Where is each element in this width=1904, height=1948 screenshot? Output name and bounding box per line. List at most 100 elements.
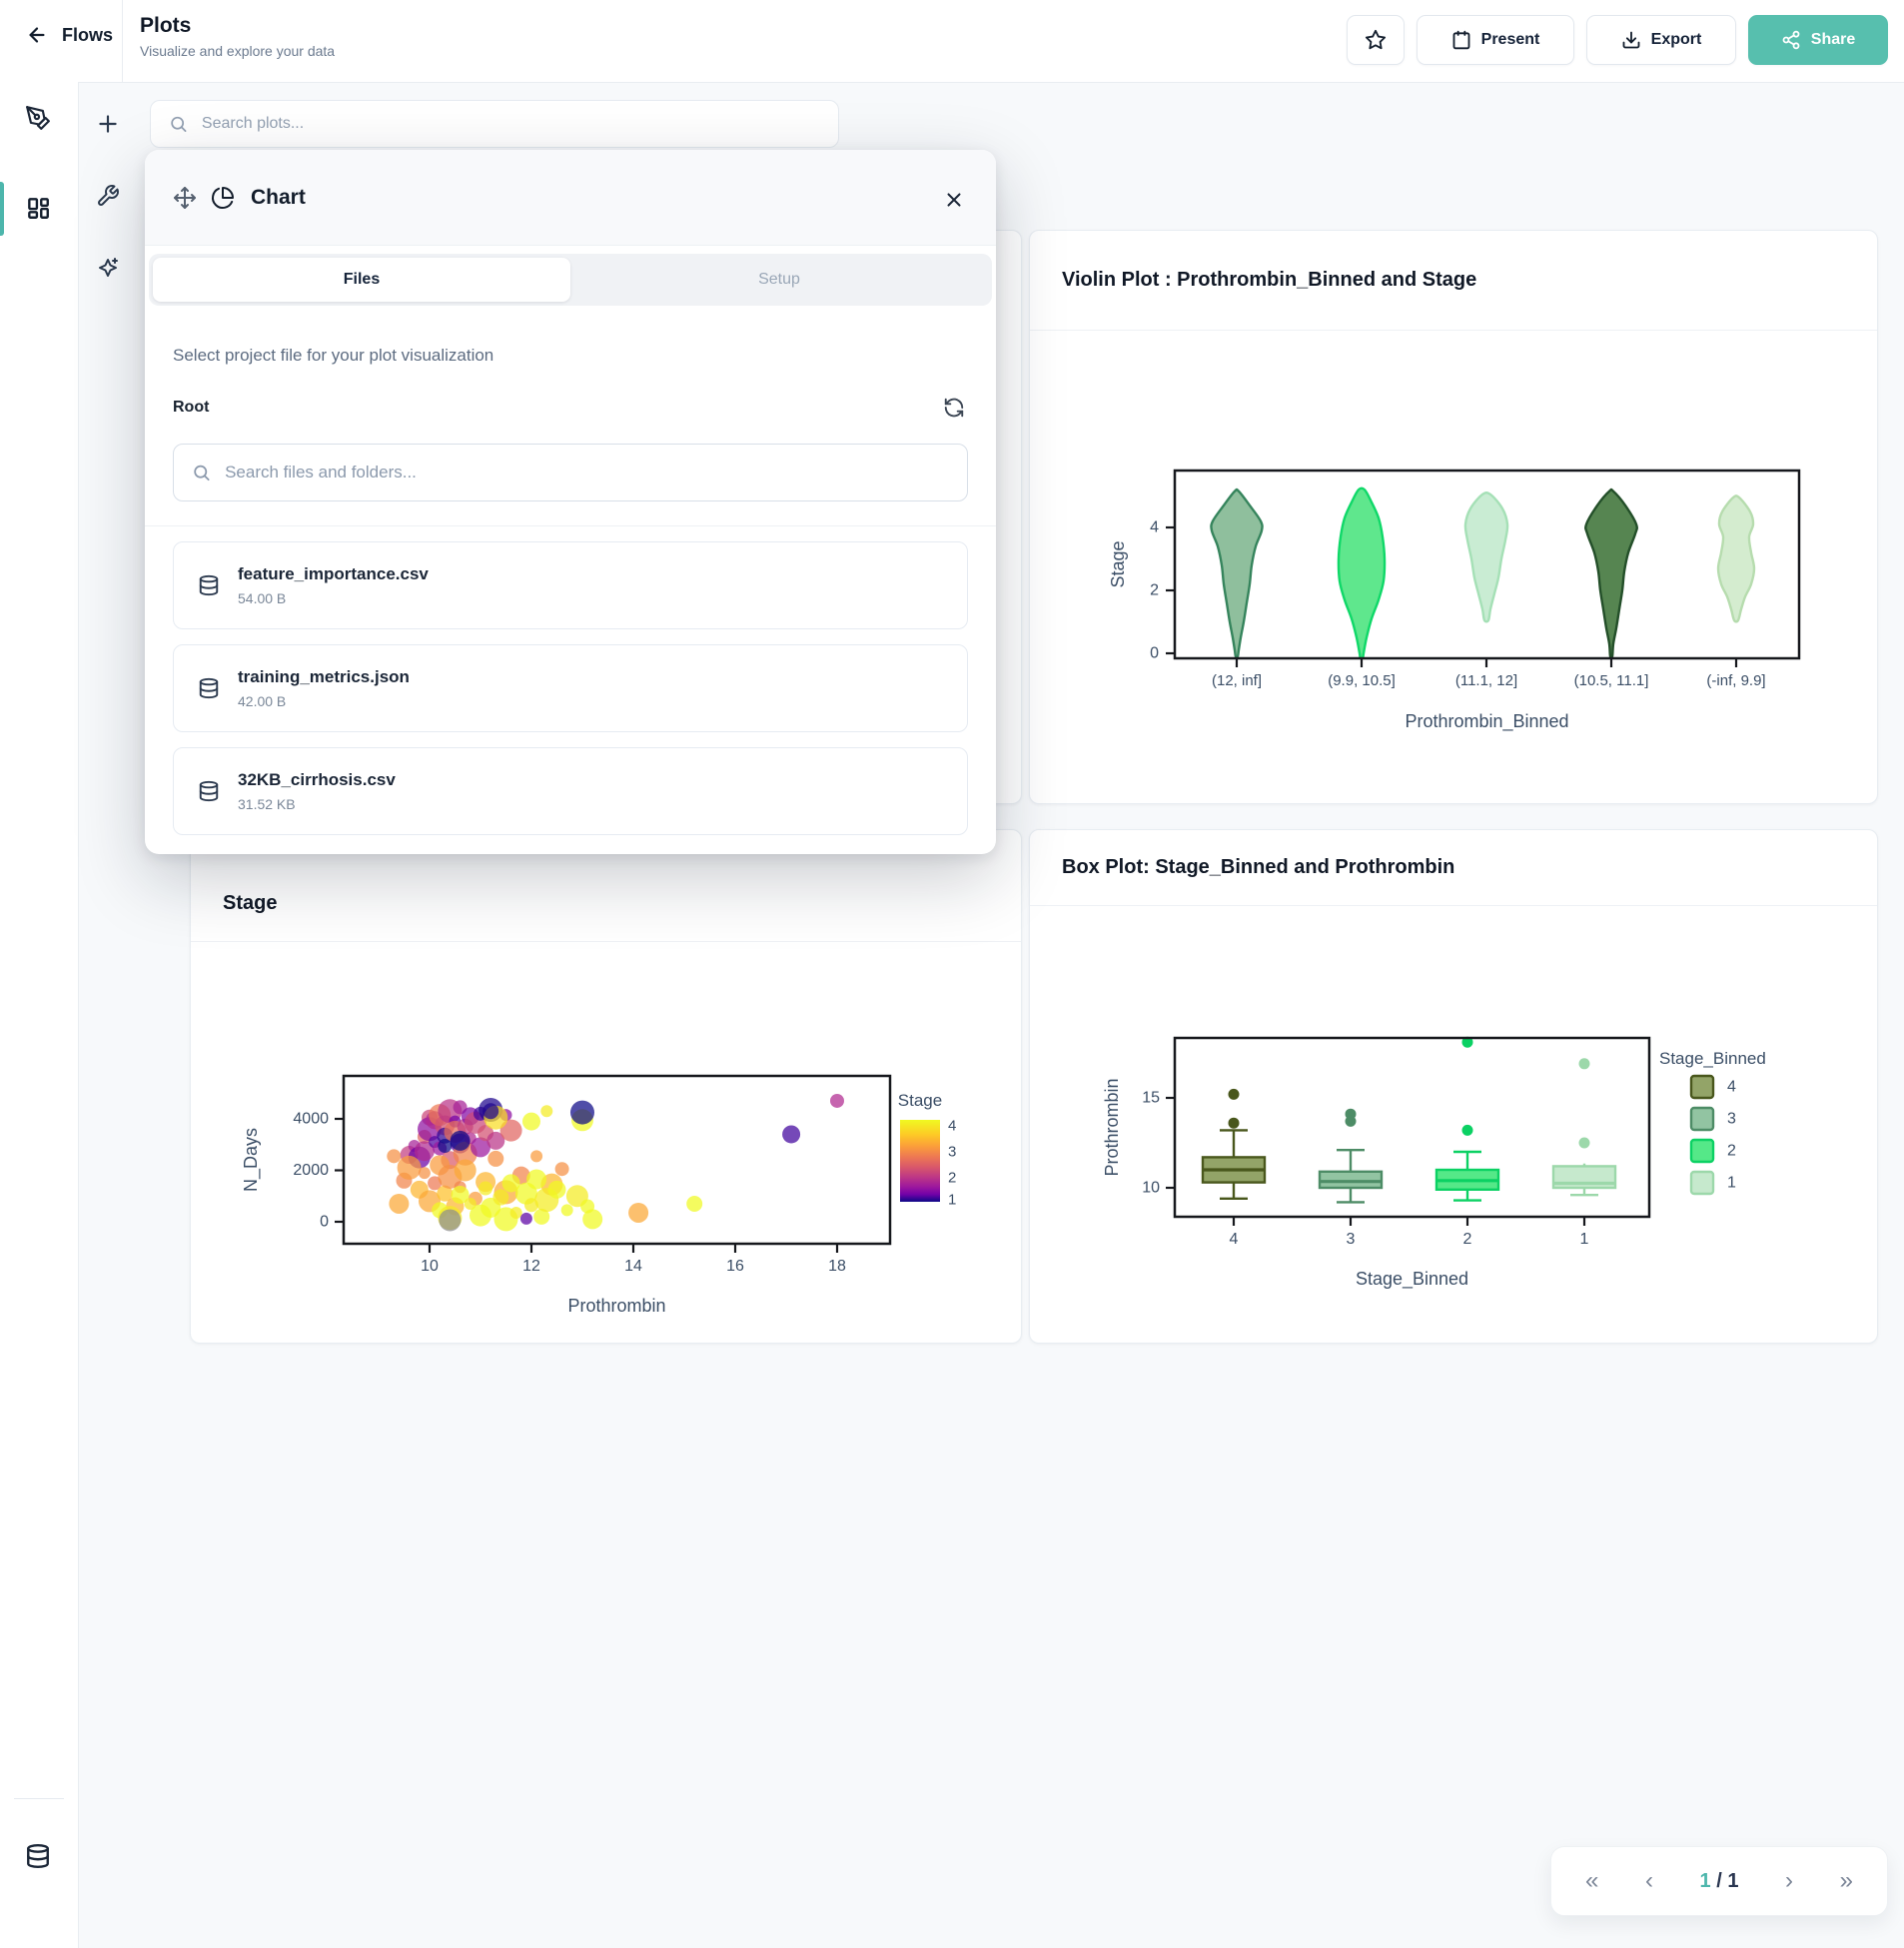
file-name: feature_importance.csv <box>238 564 429 584</box>
close-button[interactable] <box>940 186 968 214</box>
search-plots-bar <box>150 100 839 148</box>
wrench-icon <box>96 184 120 208</box>
svg-text:(9.9, 10.5]: (9.9, 10.5] <box>1328 672 1396 689</box>
svg-text:Prothrombin_Binned: Prothrombin_Binned <box>1405 711 1568 732</box>
present-label: Present <box>1481 31 1540 49</box>
modal-search-input[interactable] <box>223 462 949 484</box>
file-size: 42.00 B <box>238 693 410 709</box>
file-size: 31.52 KB <box>238 796 396 812</box>
sidebar-item-pen-tool[interactable] <box>18 98 58 138</box>
svg-text:10: 10 <box>1142 1180 1160 1197</box>
tab-setup[interactable]: Setup <box>570 258 988 302</box>
sidebar-item-dashboard[interactable] <box>18 188 58 228</box>
tools-button[interactable] <box>88 176 128 216</box>
svg-text:N_Days: N_Days <box>241 1128 262 1192</box>
root-row: Root <box>173 394 968 422</box>
svg-text:4: 4 <box>1150 519 1159 536</box>
file-row-training-metrics[interactable]: training_metrics.json 42.00 B <box>173 644 968 732</box>
active-indicator <box>0 182 4 236</box>
violin-chart: 024Stage(12, inf](9.9, 10.5](11.1, 12](1… <box>1030 231 1879 805</box>
close-icon <box>943 189 965 211</box>
refresh-button[interactable] <box>940 394 968 422</box>
svg-text:15: 15 <box>1142 1090 1160 1107</box>
page-indicator: 1 / 1 <box>1700 1870 1739 1893</box>
svg-text:2: 2 <box>948 1170 956 1187</box>
pen-tool-icon <box>25 105 51 131</box>
box-plot-card: Box Plot: Stage_Binned and Prothrombin 1… <box>1029 829 1878 1344</box>
svg-text:Prothrombin: Prothrombin <box>1102 1078 1122 1176</box>
search-plots-input[interactable] <box>200 114 820 134</box>
prev-page-button[interactable]: ‹ <box>1645 1869 1653 1893</box>
svg-text:3: 3 <box>1727 1111 1736 1128</box>
present-button[interactable]: Present <box>1417 15 1574 65</box>
next-page-button[interactable]: › <box>1785 1869 1793 1893</box>
svg-text:16: 16 <box>726 1258 744 1275</box>
svg-text:Stage: Stage <box>1108 540 1128 587</box>
file-size: 54.00 B <box>238 590 429 606</box>
violin-plot-card: Violin Plot : Prothrombin_Binned and Sta… <box>1029 230 1878 804</box>
export-label: Export <box>1651 31 1702 49</box>
share-button[interactable]: Share <box>1748 15 1888 65</box>
page-title-block: Plots Visualize and explore your data <box>140 14 335 59</box>
calendar-icon <box>1451 30 1471 50</box>
svg-text:0: 0 <box>320 1214 329 1231</box>
plus-icon <box>95 111 121 137</box>
file-row-cirrhosis[interactable]: 32KB_cirrhosis.csv 31.52 KB <box>173 747 968 835</box>
add-plot-button[interactable] <box>88 104 128 144</box>
svg-text:14: 14 <box>624 1258 642 1275</box>
sidebar-item-data[interactable] <box>18 1836 58 1876</box>
page-subtitle: Visualize and explore your data <box>140 43 335 59</box>
chart-modal: Chart Files Setup Select project file fo… <box>145 150 996 854</box>
svg-text:(11.1, 12]: (11.1, 12] <box>1455 672 1517 689</box>
svg-text:10: 10 <box>421 1258 439 1275</box>
sparkles-plus-icon <box>96 256 120 280</box>
share-icon <box>1781 30 1801 50</box>
box-chart: 1510Prothrombin4321Stage_BinnedStage_Bin… <box>1030 830 1879 1345</box>
move-icon[interactable] <box>173 186 197 210</box>
download-icon <box>1621 30 1641 50</box>
svg-text:1: 1 <box>1727 1175 1736 1192</box>
svg-text:1: 1 <box>948 1192 956 1209</box>
scatter-chart: 020004000N_Days1012141618ProthrombinStag… <box>191 830 1023 1345</box>
database-icon <box>198 677 220 699</box>
share-label: Share <box>1811 31 1855 49</box>
file-name: training_metrics.json <box>238 667 410 687</box>
modal-search-bar <box>173 444 968 501</box>
modal-body: Select project file for your plot visual… <box>145 346 996 835</box>
modal-divider <box>145 525 996 526</box>
svg-text:2: 2 <box>1727 1143 1736 1160</box>
tab-files[interactable]: Files <box>153 258 570 302</box>
favorite-button[interactable] <box>1347 15 1405 65</box>
total-pages: 1 <box>1727 1870 1738 1892</box>
svg-text:4: 4 <box>1727 1079 1736 1096</box>
svg-text:2: 2 <box>1463 1231 1472 1248</box>
export-button[interactable]: Export <box>1586 15 1736 65</box>
svg-text:Stage_Binned: Stage_Binned <box>1659 1049 1766 1068</box>
svg-text:(10.5, 11.1]: (10.5, 11.1] <box>1574 672 1649 689</box>
first-page-button[interactable]: « <box>1585 1869 1598 1893</box>
database-icon <box>198 574 220 596</box>
svg-text:4: 4 <box>948 1118 956 1135</box>
root-label: Root <box>173 399 209 417</box>
file-row-feature-importance[interactable]: feature_importance.csv 54.00 B <box>173 541 968 629</box>
scatter-plot-card: Stage 020004000N_Days1012141618Prothromb… <box>190 829 1022 1344</box>
refresh-icon <box>943 397 965 419</box>
ai-generate-button[interactable] <box>88 248 128 288</box>
page-separator: / <box>1716 1870 1722 1892</box>
modal-title: Chart <box>251 186 306 210</box>
svg-text:18: 18 <box>828 1258 846 1275</box>
star-icon <box>1365 29 1387 51</box>
svg-text:3: 3 <box>948 1144 956 1161</box>
pagination: « ‹ 1 / 1 › » <box>1550 1846 1888 1916</box>
svg-text:1: 1 <box>1580 1231 1589 1248</box>
svg-text:12: 12 <box>522 1258 540 1275</box>
last-page-button[interactable]: » <box>1840 1869 1853 1893</box>
svg-text:3: 3 <box>1347 1231 1356 1248</box>
pie-chart-icon <box>211 186 235 210</box>
modal-description: Select project file for your plot visual… <box>173 346 968 366</box>
header-divider <box>122 0 123 82</box>
back-button[interactable]: Flows <box>26 24 113 46</box>
database-icon <box>25 1843 51 1869</box>
left-rail <box>0 82 79 1948</box>
back-label: Flows <box>62 25 113 46</box>
